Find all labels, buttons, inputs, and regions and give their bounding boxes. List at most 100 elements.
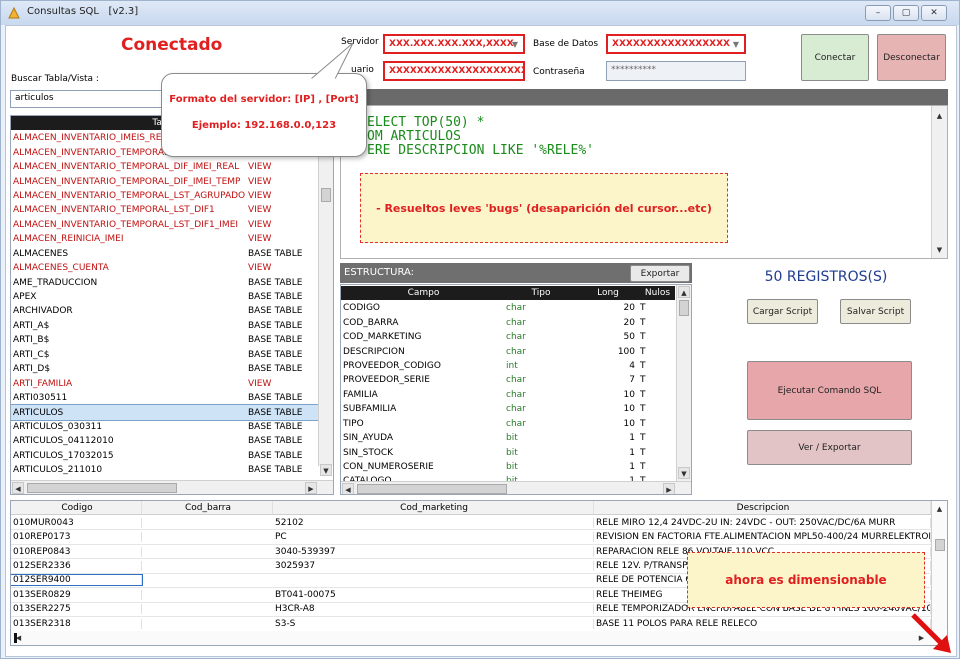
table-name: ARTICULOS [13,407,64,418]
estructura-row[interactable]: SIN_AYUDA bit 1 T [341,431,675,445]
maximize-button[interactable]: ▢ [893,5,919,21]
estructura-row[interactable]: COD_BARRA char 20 T [341,315,675,329]
estructura-row[interactable]: CATALOGObit1T [341,474,675,481]
result-row[interactable]: 010MUR0043 52102 RELE MIRO 12,4 24VDC-2U I… [11,516,931,531]
ejecutar-sql-button[interactable]: Ejecutar Comando SQL [747,361,912,420]
tables-vscrollbar[interactable]: ▲ ▼ [318,116,333,476]
table-name: ALMACEN_INVENTARIO_TEMPORAL_LST_AGRUPADO [13,190,246,201]
table-row[interactable]: ARTI_A$ BASE TABLE [11,319,318,333]
estructura-row[interactable]: CON_NUMEROSERIE bit 1 T [341,460,675,474]
table-row[interactable]: ALMACEN_REINICIA_IMEI VIEW [11,232,318,246]
password-input[interactable]: ********** [606,61,746,81]
campo-cell: SIN_STOCK [343,447,394,458]
table-row[interactable]: ALMACEN_INVENTARIO_TEMPORAL_LST_DIF1_IME… [11,218,318,232]
col-nulos: Nulos [644,288,671,298]
campo-cell: SIN_AYUDA [343,433,394,444]
tipo-cell: char [506,418,526,429]
estructura-hscrollbar[interactable]: ◀ ▶ [341,481,691,494]
estructura-grid[interactable]: Campo Tipo Long Nulos CODIGO char 20 T COD_B… [340,284,692,495]
hscroll-thumb[interactable] [357,484,507,494]
scroll-right-icon[interactable]: ▶ [305,482,317,494]
table-row[interactable]: ARTI_C$ BASE TABLE [11,348,318,362]
table-type: BASE TABLE [248,277,303,288]
salvar-script-button[interactable]: Salvar Script [840,299,911,324]
table-row[interactable]: ALMACEN_INVENTARIO_TEMPORAL_DIF_IMEI_TEM… [11,174,318,188]
scroll-thumb[interactable] [321,188,331,202]
table-row[interactable]: ALMACEN_INVENTARIO_TEMPORAL_DIF_IMEI_REA… [11,160,318,174]
minimize-button[interactable]: – [865,5,891,21]
editor-vscrollbar[interactable]: ▲ ▼ [931,106,947,258]
sql-text[interactable]: ELECT TOP(50) * OM ARTICULOS ERE DESCRIP… [367,116,594,158]
scroll-up-icon[interactable]: ▲ [934,503,945,514]
table-type: BASE TABLE [248,421,303,432]
table-row[interactable]: ARCHIVADOR BASE TABLE [11,304,318,318]
table-row[interactable]: ARTI_FAMILIA VIEW [11,376,318,390]
base-datos-select[interactable]: XXXXXXXXXXXXXXXXX ▼ [606,34,746,54]
hscroll-thumb[interactable] [27,483,177,493]
servidor-input[interactable]: XXX.XXX.XXX.XXX,XXXX ▼ [383,34,525,54]
scroll-left-icon[interactable]: ◀ [342,483,354,494]
scroll-right-icon[interactable]: ▶ [663,483,675,494]
table-type: VIEW [248,190,272,201]
table-row[interactable]: APEX BASE TABLE [11,290,318,304]
scroll-down-icon[interactable]: ▼ [320,464,332,476]
tables-list[interactable]: Tabla ALMACEN_INVENTARIO_IMEIS_REALMACEN… [10,115,334,495]
results-hscrollbar[interactable]: ◀ ▶ [11,631,931,645]
tables-hscrollbar[interactable]: ◀ ▶ [11,480,333,494]
chevron-down-icon[interactable]: ▼ [730,38,742,52]
estructura-row[interactable]: PROVEEDOR_CODIGO int 4 T [341,359,675,373]
col-codigo: Codigo [11,501,142,514]
campo-cell: DESCRIPCION [343,346,405,357]
table-row[interactable]: ARTICULOS BASE TABLE [11,404,319,421]
ver-exportar-button[interactable]: Ver / Exportar [747,430,912,465]
connection-status: Conectado [121,35,223,55]
estructura-row[interactable]: SUBFAMILIA char 10 T [341,402,675,416]
scroll-thumb[interactable] [935,539,945,551]
estructura-row[interactable]: TIPO char 10 T [341,417,675,431]
table-row[interactable]: ALMACENES_CUENTA VIEW [11,261,318,275]
result-row[interactable]: 013SER2318 S3-S BASE 11 POLOS PARA RELE RE… [11,617,931,632]
table-row[interactable]: ALMACENES BASE TABLE [11,247,318,261]
server-format-tooltip: Formato del servidor: [IP] , [Port] Ejem… [161,73,367,157]
exportar-button[interactable]: Exportar [630,265,690,282]
hscroll-thumb[interactable] [14,633,17,643]
main-window: Consultas SQL [v2.3] – ▢ ✕ Conectado Ser… [0,0,960,659]
scroll-up-icon[interactable]: ▲ [678,286,690,298]
campo-cell: COD_MARKETING [343,332,422,343]
table-row[interactable]: ARTI_D$ BASE TABLE [11,362,318,376]
results-header: Codigo Cod_barra Cod_marketing Descripci… [11,501,931,515]
tipo-cell: int [506,360,518,371]
tables-rows: ALMACEN_INVENTARIO_IMEIS_RE ALMACEN_INVEN… [11,131,319,478]
result-row[interactable]: 010REP0173 PC REVISION EN FACTORIA FTE.ALI… [11,530,931,545]
table-row[interactable]: ALMACEN_INVENTARIO_TEMPORAL_LST_AGRUPADO… [11,189,318,203]
close-button[interactable]: ✕ [921,5,947,21]
desconectar-button[interactable]: Desconectar [877,34,946,81]
table-row[interactable]: ARTICULOS_030311 BASE TABLE [11,420,318,434]
cargar-script-button[interactable]: Cargar Script [747,299,818,324]
estructura-row[interactable]: PROVEEDOR_SERIE char 7 T [341,373,675,387]
usuario-input[interactable]: XXXXXXXXXXXXXXXXXXXX [383,61,525,81]
chevron-down-icon[interactable]: ▼ [509,38,521,52]
scroll-down-icon[interactable]: ▼ [934,244,945,255]
table-row[interactable]: ARTICULOS_04112010 BASE TABLE [11,434,318,448]
estructura-row[interactable]: DESCRIPCION char 100 T [341,344,675,358]
estructura-row[interactable]: FAMILIA char 10 T [341,388,675,402]
table-row[interactable]: ARTI030511 BASE TABLE [11,391,318,405]
scroll-left-icon[interactable]: ◀ [12,482,24,494]
scroll-thumb[interactable] [679,300,689,316]
long-cell: 4 [629,360,635,371]
nulos-cell: T [640,317,646,328]
table-row[interactable]: ARTICULOS_17032015 BASE TABLE [11,449,318,463]
table-row[interactable]: AME_TRADUCCION BASE TABLE [11,275,318,289]
scroll-down-icon[interactable]: ▼ [678,467,690,479]
estructura-row[interactable]: COD_MARKETING char 50 T [341,330,675,344]
long-cell: 10 [623,418,635,429]
scroll-up-icon[interactable]: ▲ [934,110,945,121]
estructura-vscrollbar[interactable]: ▲ ▼ [676,285,691,481]
conectar-button[interactable]: Conectar [801,34,869,81]
table-row[interactable]: ARTI_B$ BASE TABLE [11,333,318,347]
estructura-row[interactable]: SIN_STOCK bit 1 T [341,445,675,459]
estructura-row[interactable]: CODIGO char 20 T [341,301,675,315]
table-row[interactable]: ARTICULOS_211010 BASE TABLE [11,463,318,477]
table-row[interactable]: ALMACEN_INVENTARIO_TEMPORAL_LST_DIF1 VIEW [11,203,318,217]
